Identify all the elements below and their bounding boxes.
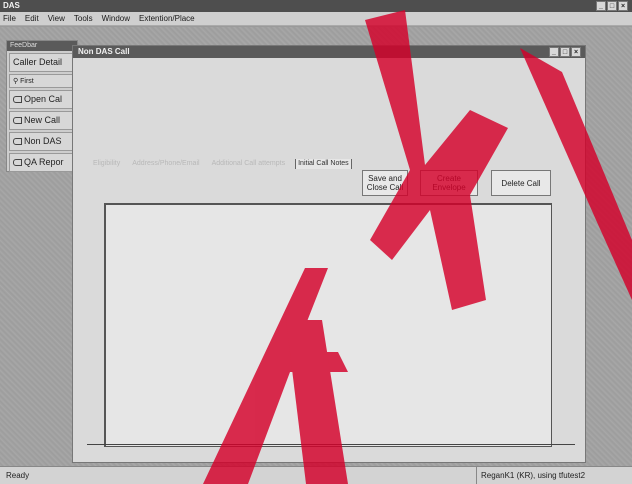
menu-bar: File Edit View Tools Window Extention/Pl… [0, 12, 632, 26]
phone-icon [13, 96, 22, 103]
phone-icon [13, 138, 22, 145]
toolbox-non-das[interactable]: Non DAS [9, 132, 75, 151]
toolbox-item-label: Caller Detail [13, 57, 63, 67]
tab-strip: Eligibility Address/Phone/Email Addition… [91, 159, 352, 169]
maximize-button[interactable]: □ [607, 1, 617, 11]
delete-call-button[interactable]: Delete Call [491, 170, 551, 196]
tab-additional-call-attempts[interactable]: Additional Call attempts [210, 159, 288, 169]
menu-file[interactable]: File [3, 12, 16, 25]
menu-edit[interactable]: Edit [25, 12, 39, 25]
toolbox-title: FeeDbar [7, 41, 77, 51]
menu-view[interactable]: View [48, 12, 65, 25]
menu-window[interactable]: Window [102, 12, 130, 25]
status-user: ReganK1 (KR), using tfutest2 [476, 467, 632, 484]
toolbox-panel: FeeDbar Caller Detail ⚲ First Open Cal N… [6, 40, 78, 172]
phone-icon [13, 117, 22, 124]
child-close-button[interactable]: × [571, 47, 581, 57]
tab-address-phone-email[interactable]: Address/Phone/Email [130, 159, 201, 169]
status-ready: Ready [6, 471, 30, 480]
save-and-close-call-button[interactable]: Save and Close Call [362, 170, 408, 196]
toolbox-first[interactable]: ⚲ First [9, 74, 75, 88]
non-das-call-window: Non DAS Call _ □ × Eligibility Address/P… [72, 45, 586, 463]
toolbox-item-label: QA Repor [24, 157, 64, 167]
tab-initial-call-notes[interactable]: Initial Call Notes [295, 159, 352, 169]
child-title: Non DAS Call [78, 47, 130, 56]
toolbox-new-call[interactable]: New Call [9, 111, 75, 130]
toolbox-item-label: New Call [24, 115, 61, 125]
child-window-controls: _ □ × [549, 46, 581, 57]
toolbox-caller-detail[interactable]: Caller Detail [9, 53, 75, 72]
app-window-controls: _ □ × [596, 0, 628, 11]
toolbox-item-label: First [20, 77, 34, 85]
phone-icon [13, 159, 22, 166]
child-minimize-button[interactable]: _ [549, 47, 559, 57]
menu-extention-place[interactable]: Extention/Place [139, 12, 195, 25]
create-envelope-button[interactable]: Create Envelope [420, 170, 478, 196]
status-bar: Ready ReganK1 (KR), using tfutest2 [0, 466, 632, 484]
app-title: DAS [3, 1, 20, 10]
minimize-button[interactable]: _ [596, 1, 606, 11]
close-button[interactable]: × [618, 1, 628, 11]
app-title-bar: DAS _ □ × [0, 0, 632, 12]
toolbox-item-label: Open Cal [24, 94, 63, 104]
tab-eligibility[interactable]: Eligibility [91, 159, 122, 169]
binoculars-icon: ⚲ [13, 77, 19, 85]
toolbox-item-label: Non DAS [24, 136, 62, 146]
divider [87, 444, 575, 445]
child-title-bar: Non DAS Call _ □ × [73, 46, 585, 58]
toolbox-open-call[interactable]: Open Cal [9, 90, 75, 109]
child-maximize-button[interactable]: □ [560, 47, 570, 57]
initial-call-notes-textarea[interactable] [104, 203, 552, 447]
toolbox-qa-report[interactable]: QA Repor [9, 153, 75, 172]
menu-tools[interactable]: Tools [74, 12, 93, 25]
